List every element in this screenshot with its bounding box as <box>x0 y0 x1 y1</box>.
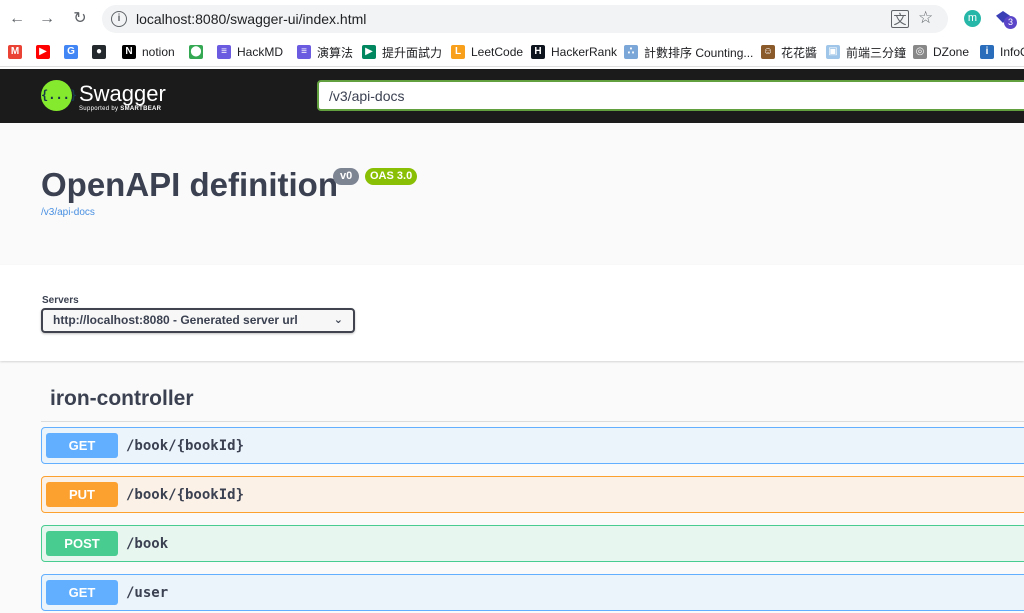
address-bar[interactable]: i localhost:8080/swagger-ui/index.html 文… <box>102 5 948 33</box>
operation-get-row[interactable]: GET/user <box>41 574 1024 611</box>
bookmark-label: 提升面試力 <box>382 45 443 60</box>
api-definition-url-input[interactable] <box>317 80 1024 111</box>
image-icon: ▣ <box>826 45 840 59</box>
bookmark-item[interactable]: ≡ 演算法 <box>297 44 353 60</box>
logo-sub-prefix: Supported by <box>79 106 121 112</box>
bookmark-item[interactable]: L LeetCode <box>451 44 523 60</box>
server-select-value: http://localhost:8080 - Generated server… <box>53 313 298 327</box>
leetcode-icon: L <box>451 45 465 59</box>
browser-chrome: ← → ↻ i localhost:8080/swagger-ui/index.… <box>0 0 1024 69</box>
graph-icon: ∴ <box>624 45 638 59</box>
operation-path: /book <box>126 536 169 552</box>
operation-put-row[interactable]: PUT/book/{bookId} <box>41 476 1024 513</box>
bookmark-item[interactable]: G <box>64 44 84 60</box>
reload-icon[interactable]: ↻ <box>70 9 90 29</box>
extension-button[interactable]: 3 <box>996 10 1017 30</box>
server-select[interactable]: http://localhost:8080 - Generated server… <box>41 308 355 333</box>
servers-label: Servers <box>42 295 79 306</box>
bookmark-item[interactable]: ▶ <box>36 44 56 60</box>
infoq-icon: i <box>980 45 994 59</box>
bookmark-label: 計數排序 Counting... <box>644 45 754 60</box>
extension-badge: 3 <box>1004 16 1017 29</box>
bookmark-label: 花花醬 <box>781 45 818 60</box>
swagger-logo-subtitle: Supported by SMARTBEAR <box>79 106 161 112</box>
github-icon: ● <box>92 45 106 59</box>
operation-get-row[interactable]: GET/book/{bookId} <box>41 427 1024 464</box>
bookmark-label: notion <box>142 45 175 59</box>
bookmark-label: HackMD <box>237 45 284 59</box>
bookmark-label: 演算法 <box>317 45 354 60</box>
operation-post-row[interactable]: POST/book <box>41 525 1024 562</box>
bookmark-label: InfoQ <box>1000 45 1024 59</box>
browser-nav-row: ← → ↻ i localhost:8080/swagger-ui/index.… <box>0 0 1024 37</box>
http-method-badge: PUT <box>46 482 118 507</box>
bookmark-item[interactable]: ◎ DZone <box>913 44 969 60</box>
bookmark-item[interactable]: i InfoQ <box>980 44 1024 60</box>
profile-avatar[interactable]: m <box>964 10 981 27</box>
bookmark-item[interactable]: ☺ 花花醬 <box>761 44 817 60</box>
maps-icon: ⬤ <box>189 45 203 59</box>
bookmark-item[interactable]: ▶ 提升面試力 <box>362 44 442 60</box>
bookmark-label: DZone <box>933 45 970 59</box>
version-badge: v0 <box>333 168 360 185</box>
youtube-icon: ▶ <box>36 45 50 59</box>
back-arrow-icon[interactable]: ← <box>7 9 27 29</box>
play-icon: ▶ <box>362 45 376 59</box>
hackmd-icon: ≡ <box>217 45 231 59</box>
avatar-icon: ☺ <box>761 45 775 59</box>
forward-arrow-icon[interactable]: → <box>37 9 57 29</box>
bookmark-item[interactable]: ● <box>92 44 112 60</box>
hackmd-icon: ≡ <box>297 45 311 59</box>
operation-path: /book/{bookId} <box>126 487 245 503</box>
operation-path: /book/{bookId} <box>126 438 245 454</box>
bookmark-item[interactable]: Nnotion <box>122 44 175 60</box>
http-method-badge: POST <box>46 531 118 556</box>
http-method-badge: GET <box>46 580 118 605</box>
oas-badge: OAS 3.0 <box>365 168 418 185</box>
gmail-icon: M <box>8 45 22 59</box>
page-title: OpenAPI definition <box>41 166 338 203</box>
swagger-logo-icon[interactable]: {...} <box>41 80 77 111</box>
bookmark-label: LeetCode <box>471 45 524 59</box>
dzone-icon: ◎ <box>913 45 927 59</box>
bookmark-item[interactable]: ⬤ <box>189 44 209 60</box>
bookmark-star-icon[interactable]: ☆ <box>918 8 933 28</box>
bookmark-item[interactable]: ∴ 計數排序 Counting... <box>624 44 753 60</box>
bookmark-item[interactable]: ≡ HackMD <box>217 44 283 60</box>
translate-icon: G <box>64 45 78 59</box>
operation-path: /user <box>126 585 169 601</box>
notion-icon: N <box>122 45 136 59</box>
translate-icon[interactable]: 文 <box>891 10 909 28</box>
spec-link[interactable]: /v3/api-docs <box>41 207 95 218</box>
bookmark-item[interactable]: H HackerRank <box>531 44 617 60</box>
tag-title[interactable]: iron-controller <box>50 387 194 411</box>
hackerrank-icon: H <box>531 45 545 59</box>
swagger-logo-text[interactable]: Swagger <box>79 81 166 107</box>
bookmark-label: HackerRank <box>551 45 618 59</box>
bookmark-item[interactable]: M <box>8 44 28 60</box>
address-url[interactable]: localhost:8080/swagger-ui/index.html <box>136 11 366 27</box>
bookmark-label: 前端三分鐘 <box>846 45 907 60</box>
tag-divider <box>41 421 1024 422</box>
bookmarks-bar: M ▶ G ● Nnotion ⬤ ≡ HackMD ≡ 演算法 ▶ 提升面試力 L LeetCode H H… <box>0 37 1024 67</box>
http-method-badge: GET <box>46 433 118 458</box>
chevron-down-icon: ⌄ <box>333 314 343 326</box>
site-info-icon[interactable]: i <box>111 11 127 27</box>
logo-sub-brand: SMARTBEAR <box>120 106 162 112</box>
bookmark-item[interactable]: ▣ 前端三分鐘 <box>826 44 906 60</box>
